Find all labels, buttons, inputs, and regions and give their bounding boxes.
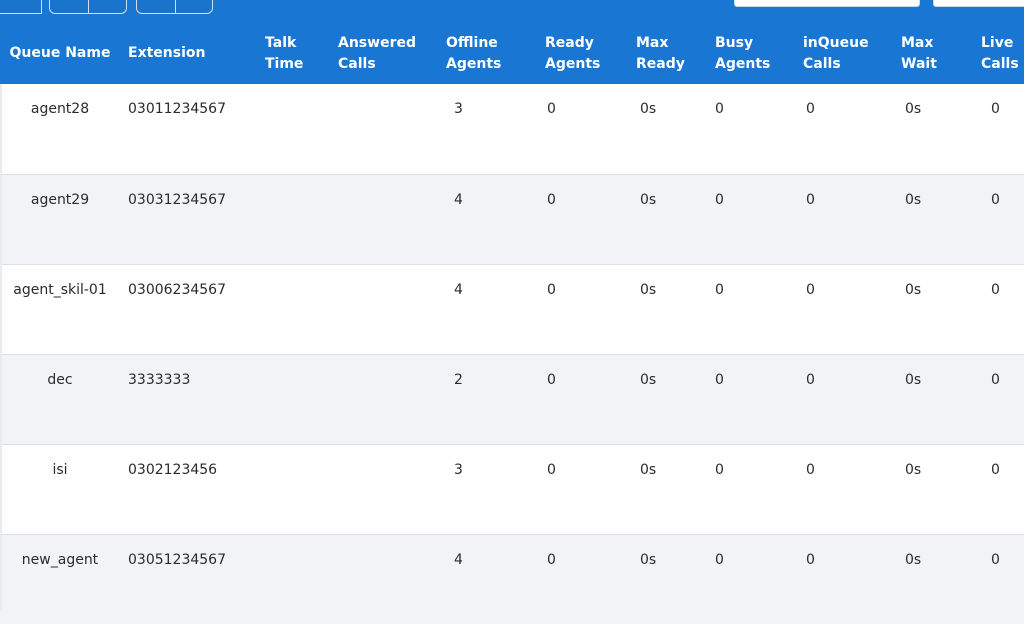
cell-max-ready: 0s [640,191,657,208]
column-header-live-calls[interactable]: Live Calls [981,23,1024,84]
cell-answered-calls [337,84,446,174]
cell-extension: 03006234567 [128,281,226,298]
column-header-inqueue-calls[interactable]: inQueue Calls [803,23,901,84]
queue-table: Queue Name Extension Talk Time Answered … [0,23,1024,624]
search-input[interactable] [734,0,920,7]
column-header-answered-calls[interactable]: Answered Calls [337,23,446,84]
column-header-ready-agents[interactable]: Ready Agents [543,23,636,84]
cell-extension: 03031234567 [128,191,226,208]
column-header-extension[interactable]: Extension [120,23,265,84]
cell-max-ready: 0s [640,101,657,117]
table-row[interactable]: dec 3333333 2 0 0s 0 0 0s 0 [0,354,1024,444]
cell-live-calls: 0 [991,281,1000,298]
cell-inqueue-calls: 0 [806,191,815,208]
cell-ready-agents: 0 [547,371,556,388]
column-header-offline-agents[interactable]: Offline Agents [446,23,543,84]
cell-max-wait: 0s [905,461,922,478]
filter-input[interactable] [933,0,1024,7]
table-header-row: Queue Name Extension Talk Time Answered … [0,23,1024,84]
cell-live-calls: 0 [991,101,1000,117]
cell-offline-agents: 3 [454,101,463,117]
cell-talk-time [265,264,337,354]
cell-max-wait: 0s [905,371,922,388]
cell-talk-time [265,84,337,174]
cell-live-calls: 0 [991,191,1000,208]
cell-ready-agents: 0 [547,191,556,208]
cell-queue-name: agent29 [30,191,90,208]
cell-max-wait: 0s [905,101,922,117]
cell-busy-agents: 0 [715,191,724,208]
cell-queue-name: isi [52,461,68,478]
cell-queue-name: dec [47,371,73,388]
toolbar-button-3[interactable]: 9 [175,0,213,14]
cell-max-ready: 0s [640,281,657,298]
cell-inqueue-calls: 0 [806,281,815,298]
cell-talk-time [265,354,337,444]
cell-extension: 03011234567 [128,101,226,117]
cell-ready-agents: 0 [547,101,556,117]
column-header-queue-name[interactable]: Queue Name [0,23,120,84]
cell-busy-agents: 0 [715,461,724,478]
cell-live-calls: 0 [991,371,1000,388]
cell-inqueue-calls: 0 [806,461,815,478]
cell-live-calls: 0 [991,461,1000,478]
queue-button[interactable] [49,0,89,14]
column-header-max-wait[interactable]: Max Wait [901,23,981,84]
table-left-border [0,84,2,611]
cell-busy-agents: 0 [715,371,724,388]
cell-answered-calls [337,444,446,534]
cell-answered-calls [337,354,446,444]
cell-talk-time [265,444,337,534]
cell-inqueue-calls: 0 [806,371,815,388]
cell-busy-agents: 0 [715,101,724,117]
cell-offline-agents: 4 [454,281,463,298]
table-row[interactable]: isi 0302123456 3 0 0s 0 0 0s 0 [0,444,1024,534]
cell-inqueue-calls: 0 [806,101,815,117]
cell-talk-time [265,174,337,264]
toolbar-button-1[interactable]: ı [0,0,42,14]
table-row[interactable]: agent28 03011234567 3 0 0s 0 0 0s 0 [0,84,1024,174]
cell-max-wait: 0s [905,191,922,208]
cell-answered-calls [337,174,446,264]
cell-extension: 3333333 [128,371,191,388]
cell-max-ready: 0s [640,461,657,478]
cell-offline-agents: 2 [454,371,463,388]
cell-ready-agents: 0 [547,461,556,478]
cell-ready-agents: 0 [547,281,556,298]
column-header-talk-time[interactable]: Talk Time [265,23,337,84]
cell-queue-name: agent_skil-01 [13,281,107,298]
cell-max-ready: 0s [640,371,657,388]
column-header-busy-agents[interactable]: Busy Agents [715,23,803,84]
table-row[interactable]: agent29 03031234567 4 0 0s 0 0 0s 0 [0,174,1024,264]
table-row[interactable]: agent_skil-01 03006234567 4 0 0s 0 0 0s 0 [0,264,1024,354]
cell-extension: 0302123456 [128,461,218,478]
cell-offline-agents: 3 [454,461,463,478]
cell-answered-calls [337,264,446,354]
toolbar-button-2[interactable]: 2 [88,0,127,14]
cell-busy-agents: 0 [715,281,724,298]
top-toolbar: ı 2 ♥ 9 [0,0,1024,23]
cell-queue-name: agent28 [30,101,90,117]
cell-max-wait: 0s [905,281,922,298]
table-body: agent28 03011234567 3 0 0s 0 0 0s 0 agent29 030312… [0,84,1024,624]
cell-offline-agents: 4 [454,191,463,208]
alert-button[interactable]: ♥ [136,0,176,14]
column-header-max-ready[interactable]: Max Ready [636,23,715,84]
